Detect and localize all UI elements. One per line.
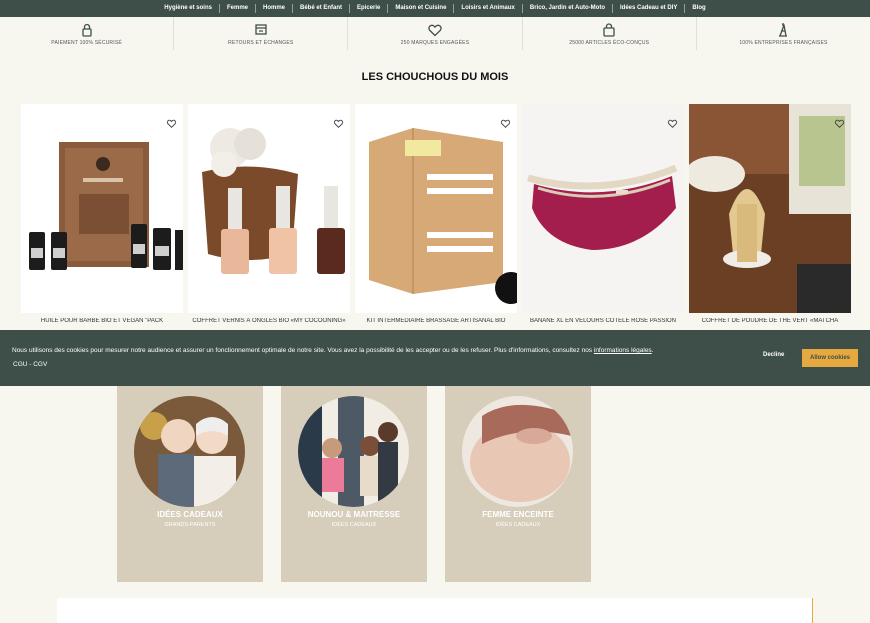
product-name[interactable]: HUILE POUR BARBE BIO ET VEGAN "PACK [21, 318, 183, 324]
cookie-message: Nous utilisons des cookies pour mesurer … [12, 347, 752, 354]
cookie-banner: Nous utilisons des cookies pour mesurer … [0, 330, 870, 386]
product-card[interactable]: KIT INTERMÉDIAIRE BRASSAGE ARTISANAL BIO [355, 104, 517, 329]
wishlist-button[interactable] [667, 116, 678, 128]
reassurance-returns: RETOURS ET ÉCHANGES [173, 17, 347, 50]
gift-idea-title: FEMME ENCEINTE [482, 510, 554, 519]
product-image[interactable] [188, 104, 350, 313]
gift-idea-image[interactable] [134, 396, 245, 507]
nav-item-homme[interactable]: Homme [255, 4, 292, 13]
gift-idea-subtitle: IDÉES CADEAUX [495, 522, 541, 528]
product-card[interactable]: HUILE POUR BARBE BIO ET VEGAN "PACK [21, 104, 183, 329]
heart-icon [333, 119, 344, 128]
nav-item-maison[interactable]: Maison et Cuisine [387, 4, 453, 13]
product-image[interactable] [355, 104, 517, 313]
reassurance-label: 25000 ARTICLES ÉCO-CONÇUS [569, 39, 650, 46]
gift-idea-title: NOUNOU & MAITRESSE [307, 510, 401, 519]
nav-item-brico[interactable]: Brico, Jardin et Auto-Moto [521, 4, 612, 13]
heart-icon [667, 119, 678, 128]
wishlist-button[interactable] [166, 116, 177, 128]
gift-idea-subtitle: GRANDS-PARENTS [164, 522, 216, 528]
nav-item-bebe[interactable]: Bébé et Enfant [292, 4, 349, 13]
reassurance-label: 250 MARQUES ENGAGÉES [400, 39, 470, 46]
nav-item-cadeau[interactable]: Idées Cadeau et DIY [611, 4, 684, 13]
cookie-message-text: Nous utilisons des cookies pour mesurer … [12, 347, 593, 354]
gift-ideas: IDÉES CADEAUX GRANDS-PARENTS NOUNOU & MA… [117, 386, 591, 582]
heart-icon [834, 119, 845, 128]
reassurance-label: RETOURS ET ÉCHANGES [228, 39, 294, 46]
decline-button[interactable]: Decline [763, 352, 784, 358]
heart-icon [428, 24, 442, 36]
nav-item-femme[interactable]: Femme [218, 4, 255, 13]
product-carousel: HUILE POUR BARBE BIO ET VEGAN "PACK COFF [21, 104, 851, 329]
cgu-cgv-link[interactable]: CGU - CGV [13, 361, 47, 368]
product-name[interactable]: KIT INTERMÉDIAIRE BRASSAGE ARTISANAL BIO [355, 318, 517, 324]
reassurance-label: 100% ENTREPRISES FRANÇAISES [739, 39, 828, 46]
reassurance-payment: PAIEMENT 100% SÉCURISÉ [0, 17, 173, 50]
reassurance-french: 100% ENTREPRISES FRANÇAISES [695, 17, 870, 50]
gift-idea-title: IDÉES CADEAUX [157, 510, 223, 519]
gift-idea-card[interactable]: IDÉES CADEAUX GRANDS-PARENTS [117, 386, 263, 582]
gift-idea-card[interactable]: NOUNOU & MAITRESSE IDÉES CADEAUX [281, 386, 427, 582]
product-card[interactable]: COFFRET DE POUDRE DE THÉ VERT «MATCHA [689, 104, 851, 329]
gift-idea-subtitle: IDÉES CADEAUX [331, 522, 377, 528]
product-image[interactable] [522, 104, 684, 313]
heart-icon [166, 119, 177, 128]
reassurance-bar: PAIEMENT 100% SÉCURISÉ RETOURS ET ÉCHANG… [0, 17, 870, 50]
nav-item-loisirs[interactable]: Loisirs et Animaux [453, 4, 521, 13]
reassurance-brands: 250 MARQUES ENGAGÉES [347, 17, 521, 50]
bag-icon [603, 22, 615, 37]
nav-item-blog[interactable]: Blog [684, 4, 712, 13]
wishlist-button[interactable] [834, 116, 845, 128]
product-card[interactable]: BANANE XL EN VELOURS CÔTELÉ ROSE PASSION [522, 104, 684, 329]
product-name[interactable]: COFFRET VERNIS À ONGLES BIO «MY COCOONIN… [188, 318, 350, 324]
gift-idea-card[interactable]: FEMME ENCEINTE IDÉES CADEAUX [445, 386, 591, 582]
bottom-content-band [57, 598, 813, 623]
eiffel-tower-icon [779, 22, 788, 37]
wishlist-button[interactable] [333, 116, 344, 128]
reassurance-label: PAIEMENT 100% SÉCURISÉ [51, 39, 122, 46]
gift-idea-image[interactable] [298, 396, 409, 507]
product-image[interactable] [21, 104, 183, 313]
legal-info-link[interactable]: informations légales [594, 347, 652, 354]
cookie-message-suffix: . [651, 347, 654, 354]
product-image[interactable] [689, 104, 851, 313]
wishlist-button[interactable] [500, 116, 511, 128]
lock-icon [81, 23, 92, 37]
heart-icon [500, 119, 511, 128]
nav-item-hygiene[interactable]: Hygiène et soins [157, 4, 219, 13]
return-box-icon [255, 23, 267, 35]
nav-item-epicerie[interactable]: Epicerie [349, 4, 387, 13]
allow-cookies-button[interactable]: Allow cookies [802, 349, 858, 367]
top-navigation: Hygiène et soins Femme Homme Bébé et Enf… [0, 0, 870, 17]
gift-idea-image[interactable] [462, 396, 573, 507]
section-title: LES CHOUCHOUS DU MOIS [361, 71, 509, 83]
product-name[interactable]: BANANE XL EN VELOURS CÔTELÉ ROSE PASSION [522, 318, 684, 324]
product-card[interactable]: COFFRET VERNIS À ONGLES BIO «MY COCOONIN… [188, 104, 350, 329]
reassurance-articles: 25000 ARTICLES ÉCO-CONÇUS [521, 17, 696, 50]
product-name[interactable]: COFFRET DE POUDRE DE THÉ VERT «MATCHA [689, 318, 851, 324]
